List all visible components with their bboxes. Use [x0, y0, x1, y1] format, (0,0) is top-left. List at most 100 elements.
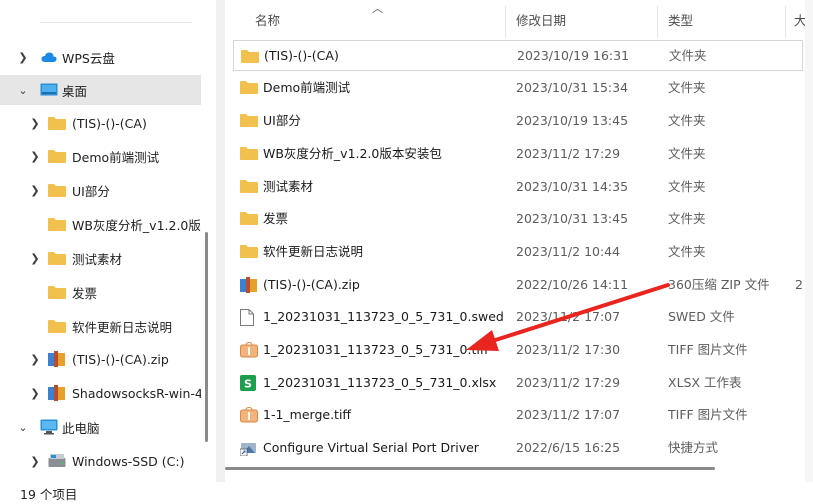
nav-item-folder[interactable]: ❯ Demo前端测试: [0, 141, 201, 171]
shortcut-icon: [239, 440, 258, 457]
folder-icon: [240, 80, 258, 96]
nav-item-folder[interactable]: ❯ 测试素材: [0, 243, 201, 273]
nav-item-desktop[interactable]: ⌄ 桌面: [0, 75, 201, 105]
file-size: 2: [795, 277, 803, 292]
chevron-right-icon[interactable]: ❯: [16, 50, 30, 64]
vertical-scrollbar-track[interactable]: [805, 0, 813, 482]
chevron-right-icon[interactable]: ❯: [28, 352, 42, 366]
column-header-size[interactable]: 大: [794, 0, 805, 38]
file-row[interactable]: (TIS)-()-(CA) 2023/10/19 16:31 文件夹: [233, 40, 803, 71]
file-date: 2023/11/2 17:29: [516, 375, 621, 390]
file-date: 2023/11/2 17:29: [516, 146, 621, 161]
file-date: 2023/11/2 17:30: [516, 342, 621, 357]
file-name: (TIS)-()-(CA): [264, 48, 339, 63]
image-file-icon: [240, 406, 258, 423]
chevron-right-icon[interactable]: ❯: [28, 116, 42, 130]
file-type: SWED 文件: [668, 309, 735, 324]
file-type: TIFF 图片文件: [668, 342, 748, 357]
drive-icon: [48, 453, 66, 469]
file-row[interactable]: 1-1_merge.tiff 2023/11/2 17:07 TIFF 图片文件: [233, 399, 803, 431]
file-row[interactable]: UI部分 2023/10/19 13:45 文件夹: [233, 105, 803, 137]
nav-item-label: WB灰度分析_v1.2.0版2: [72, 217, 201, 233]
chevron-right-icon[interactable]: ❯: [28, 183, 42, 197]
file-row[interactable]: 1_20231031_113723_0_5_731_0.tiff 2023/11…: [233, 334, 803, 366]
chevron-right-icon[interactable]: ❯: [28, 149, 42, 163]
column-header-date[interactable]: 修改日期: [516, 0, 566, 38]
nav-item-label: Windows-SSD (C:): [72, 453, 185, 469]
file-type: 文件夹: [668, 146, 706, 161]
chevron-right-icon[interactable]: ❯: [28, 386, 42, 400]
folder-icon: [240, 113, 258, 129]
column-header-name[interactable]: 名称: [255, 0, 280, 38]
computer-icon: [40, 419, 58, 435]
folder-icon: [48, 182, 66, 198]
file-date: 2022/6/15 16:25: [516, 440, 621, 455]
nav-item-label: Demo前端测试: [72, 149, 160, 165]
chevron-right-icon[interactable]: ❯: [28, 454, 42, 468]
column-separator[interactable]: [785, 6, 786, 38]
folder-icon: [240, 146, 258, 162]
file-date: 2023/10/31 14:35: [516, 179, 629, 194]
nav-item-folder[interactable]: WB灰度分析_v1.2.0版2: [0, 209, 201, 239]
nav-item-folder[interactable]: ❯ (TIS)-()-(CA): [0, 108, 201, 138]
file-type: 文件夹: [668, 244, 706, 259]
nav-item-folder[interactable]: 发票: [0, 277, 201, 307]
file-name: Configure Virtual Serial Port Driver: [263, 440, 479, 455]
folder-icon: [48, 148, 66, 164]
nav-item-folder[interactable]: ❯ UI部分: [0, 175, 201, 205]
nav-top-divider: [40, 22, 192, 23]
navigation-pane[interactable]: ❯ WPS云盘 ⌄ 桌面 ❯ (TIS)-()-(CA) ❯ Demo前端测试 …: [0, 0, 208, 482]
file-name: 1_20231031_113723_0_5_731_0.swed: [263, 309, 504, 324]
file-row[interactable]: Demo前端测试 2023/10/31 15:34 文件夹: [233, 72, 803, 104]
column-header-type[interactable]: 类型: [668, 0, 693, 38]
file-row[interactable]: 1_20231031_113723_0_5_731_0.swed 2023/11…: [233, 301, 803, 333]
nav-item-label: WPS云盘: [62, 50, 115, 66]
file-list-pane[interactable]: ︿ 名称 修改日期 类型 大 (TIS)-()-(CA) 2023/10/19 …: [225, 0, 805, 482]
nav-item-archive[interactable]: ❯ (TIS)-()-(CA).zip: [0, 344, 201, 374]
file-name: 1-1_merge.tiff: [263, 407, 352, 422]
chevron-right-icon[interactable]: ❯: [28, 251, 42, 265]
nav-scrollbar-thumb[interactable]: [205, 232, 208, 442]
file-type: 文件夹: [668, 179, 706, 194]
archive-icon: [48, 385, 66, 401]
cloud-icon: [40, 49, 58, 65]
nav-item-wps-cloud[interactable]: ❯ WPS云盘: [0, 42, 201, 72]
column-separator[interactable]: [657, 6, 658, 38]
file-row[interactable]: WB灰度分析_v1.2.0版本安装包 2023/11/2 17:29 文件夹: [233, 138, 803, 170]
file-name: 发票: [263, 211, 289, 226]
file-row[interactable]: 软件更新日志说明 2023/11/2 10:44 文件夹: [233, 236, 803, 268]
file-date: 2023/10/19 13:45: [516, 113, 629, 128]
file-type: TIFF 图片文件: [668, 407, 748, 422]
file-name: 1_20231031_113723_0_5_731_0.xlsx: [263, 375, 497, 390]
nav-item-archive[interactable]: ❯ ShadowsocksR-win-4: [0, 378, 201, 408]
file-row[interactable]: Configure Virtual Serial Port Driver 202…: [233, 432, 803, 464]
folder-icon: [48, 250, 66, 266]
file-row[interactable]: (TIS)-()-(CA).zip 2022/10/26 14:11 360压缩…: [233, 269, 803, 301]
file-type: 文件夹: [669, 48, 707, 63]
nav-item-label: 软件更新日志说明: [72, 319, 173, 335]
svg-text:S: S: [244, 378, 252, 391]
nav-item-drive[interactable]: ❯ Windows-SSD (C:): [0, 446, 201, 476]
nav-item-folder[interactable]: 软件更新日志说明: [0, 311, 201, 341]
nav-item-label: (TIS)-()-(CA).zip: [72, 351, 169, 367]
file-name: (TIS)-()-(CA).zip: [263, 277, 360, 292]
horizontal-scrollbar-thumb[interactable]: [225, 467, 715, 470]
folder-icon: [48, 216, 66, 232]
nav-item-this-pc[interactable]: ⌄ 此电脑: [0, 412, 201, 442]
chevron-down-icon[interactable]: ⌄: [16, 420, 30, 434]
file-date: 2023/10/31 15:34: [516, 80, 629, 95]
file-name: 测试素材: [263, 179, 314, 194]
file-row[interactable]: 发票 2023/10/31 13:45 文件夹: [233, 203, 803, 235]
pane-splitter[interactable]: [216, 0, 225, 482]
folder-icon: [240, 179, 258, 195]
blank-file-icon: [240, 309, 258, 326]
nav-item-label: ShadowsocksR-win-4: [72, 385, 201, 401]
file-row[interactable]: S 1_20231031_113723_0_5_731_0.xlsx 2023/…: [233, 367, 803, 399]
chevron-down-icon[interactable]: ⌄: [16, 83, 30, 97]
file-row[interactable]: 测试素材 2023/10/31 14:35 文件夹: [233, 171, 803, 203]
folder-icon: [240, 211, 258, 227]
nav-item-label: 桌面: [62, 83, 88, 99]
file-date: 2023/10/19 16:31: [517, 48, 630, 63]
column-separator[interactable]: [505, 6, 506, 38]
file-date: 2023/11/2 17:07: [516, 309, 621, 324]
